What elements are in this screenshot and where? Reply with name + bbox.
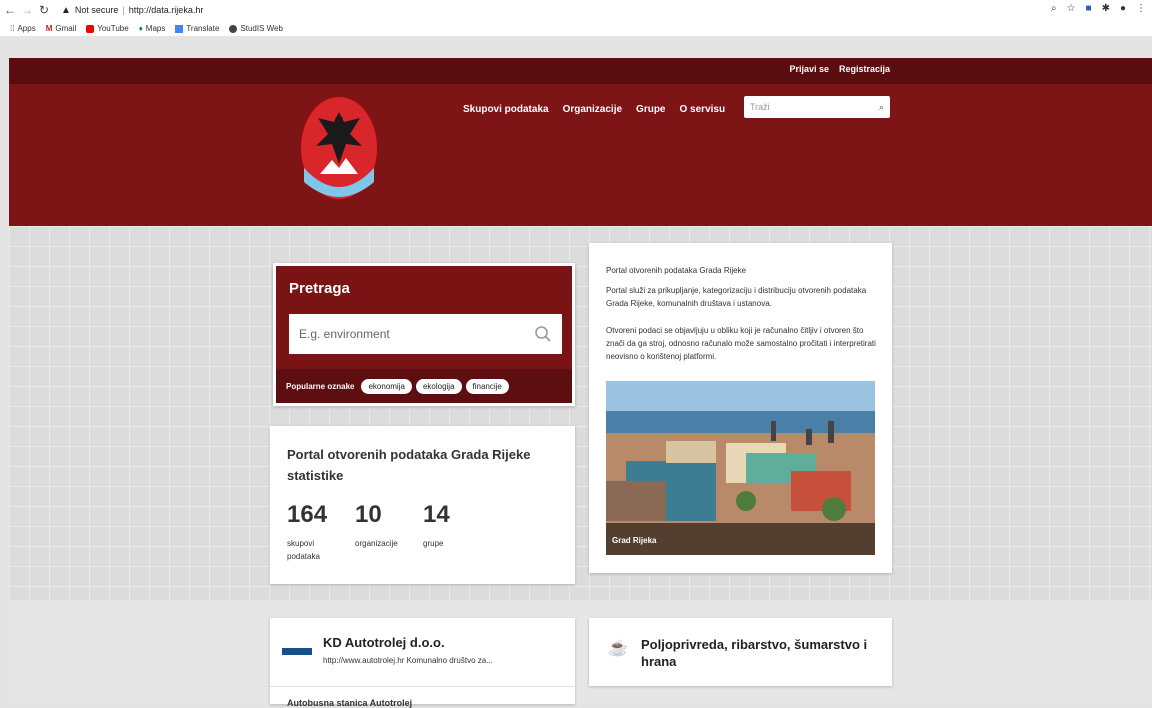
- search-panel-inner: Pretraga E.g. environment Popularne ozna…: [276, 266, 572, 403]
- dataset-search-input[interactable]: E.g. environment: [289, 314, 562, 354]
- main-navigation: Skupovi podataka Organizacije Grupe O se…: [463, 104, 725, 115]
- maps-pin-icon: ♦: [138, 24, 143, 33]
- organization-title[interactable]: KD Autotrolej d.o.o.: [323, 635, 445, 650]
- header-search-placeholder: Traži: [750, 102, 770, 112]
- bookmarks-bar: ⁞⁞ Apps M Gmail YouTube ♦ Maps Translate St…: [0, 21, 1152, 36]
- warning-icon: ▲: [61, 4, 71, 16]
- menu-dots-icon[interactable]: ⋮: [1136, 3, 1146, 14]
- browser-nav-row: ← → ↻ ▲ Not secure | http://data.rijeka.…: [0, 0, 1152, 20]
- featured-background: [9, 600, 1152, 704]
- city-coat-of-arms-logo[interactable]: [298, 94, 380, 202]
- reload-icon[interactable]: ↻: [37, 3, 51, 17]
- bookmark-maps[interactable]: ♦ Maps: [139, 24, 166, 33]
- account-bar: [9, 58, 1152, 84]
- intro-heading: Portal otvorenih podataka Grada Rijeke: [606, 266, 747, 275]
- tag-ekonomija[interactable]: ekonomija: [361, 378, 412, 394]
- search-panel: Pretraga E.g. environment Popularne ozna…: [273, 263, 575, 406]
- search-panel-title: Pretraga: [289, 280, 350, 297]
- intro-paragraph-1: Portal služi za prikupljanje, kategoriza…: [606, 286, 867, 308]
- browser-toolbar-icons: ⌕ ☆ ■ ✱ ● ⋮: [1051, 3, 1146, 14]
- forward-arrow-icon[interactable]: →: [20, 3, 34, 17]
- organization-description: http://www.autotrolej.hr Komunalno društ…: [323, 656, 493, 665]
- coffee-cup-icon: ☕: [608, 640, 628, 657]
- featured-group[interactable]: ☕ Poljoprivreda, ribarstvo, šumarstvo i …: [589, 618, 892, 686]
- bookmark-gmail[interactable]: M Gmail: [46, 24, 77, 33]
- browser-chrome: ← → ↻ ▲ Not secure | http://data.rijeka.…: [0, 0, 1152, 36]
- dataset-search-placeholder: E.g. environment: [299, 327, 390, 341]
- bookmark-apps[interactable]: ⁞⁞ Apps: [10, 24, 36, 33]
- stat-organizations[interactable]: 10 organizacije: [355, 501, 415, 550]
- organization-divider: [270, 686, 575, 687]
- extensions-icon[interactable]: ✱: [1102, 3, 1110, 14]
- stat-groups[interactable]: 14 grupe: [423, 501, 473, 550]
- youtube-icon: [86, 24, 95, 33]
- tag-ekologija[interactable]: ekologija: [415, 378, 462, 394]
- stat-organizations-label: organizacije: [355, 539, 398, 548]
- featured-organization[interactable]: KD Autotrolej d.o.o. http://www.autotrol…: [270, 618, 575, 708]
- popular-tags-label: Popularne oznake: [286, 381, 355, 391]
- address-bar[interactable]: ▲ Not secure | http://data.rijeka.hr: [61, 5, 203, 16]
- stat-datasets-value: 164: [287, 501, 328, 528]
- statistics-title: Portal otvorenih podataka Grada Rijeke s…: [287, 447, 531, 483]
- stat-datasets-label: skupovi podataka: [287, 539, 320, 561]
- url-text: http://data.rijeka.hr: [128, 5, 204, 15]
- account-links: Prijavi se Registracija: [789, 64, 890, 74]
- bookmark-translate[interactable]: Translate: [175, 24, 219, 33]
- login-link[interactable]: Prijavi se: [789, 64, 829, 74]
- register-link[interactable]: Registracija: [839, 64, 890, 74]
- tag-financije[interactable]: financije: [465, 378, 509, 394]
- hero-background: [9, 226, 1152, 600]
- popular-tags-bar: Popularne oznake ekonomija ekologija fin…: [276, 369, 572, 403]
- nav-organizations[interactable]: Organizacije: [563, 104, 622, 115]
- gmail-icon: M: [45, 24, 53, 33]
- organization-next-item[interactable]: Autobusna stanica Autotrolej: [287, 698, 412, 708]
- globe-icon: [229, 24, 238, 33]
- organization-logo: [282, 648, 312, 655]
- translate-extension-icon[interactable]: ■: [1086, 3, 1092, 14]
- city-photo-caption: Grad Rijeka: [606, 523, 875, 555]
- search-icon[interactable]: [534, 325, 552, 343]
- search-icon[interactable]: ⌕: [879, 102, 884, 113]
- security-label: Not secure: [74, 5, 119, 15]
- intro-paragraph-2: Otvoreni podaci se objavljuju u obliku k…: [606, 326, 876, 361]
- nav-about[interactable]: O servisu: [680, 104, 726, 115]
- nav-datasets[interactable]: Skupovi podataka: [463, 104, 549, 115]
- apps-grid-icon: ⁞⁞: [10, 24, 15, 33]
- city-photo[interactable]: Grad Rijeka: [606, 381, 875, 555]
- star-icon[interactable]: ☆: [1067, 3, 1076, 14]
- statistics-panel: Portal otvorenih podataka Grada Rijeke s…: [270, 426, 575, 584]
- nav-groups[interactable]: Grupe: [636, 104, 665, 115]
- header-search-input[interactable]: Traži ⌕: [744, 96, 890, 118]
- back-arrow-icon[interactable]: ←: [3, 3, 17, 17]
- translate-icon: [175, 24, 184, 33]
- stat-organizations-value: 10: [355, 501, 382, 528]
- url-separator: |: [122, 5, 125, 15]
- stat-groups-label: grupe: [423, 539, 444, 548]
- group-title[interactable]: Poljoprivreda, ribarstvo, šumarstvo i hr…: [641, 636, 871, 670]
- stat-datasets[interactable]: 164 skupovi podataka: [287, 501, 337, 563]
- zoom-icon[interactable]: ⌕: [1051, 3, 1057, 14]
- stat-groups-value: 14: [423, 501, 450, 528]
- bookmark-youtube[interactable]: YouTube: [86, 24, 129, 33]
- profile-icon[interactable]: ●: [1120, 3, 1126, 14]
- bookmark-studis[interactable]: StudIS Web: [229, 24, 283, 33]
